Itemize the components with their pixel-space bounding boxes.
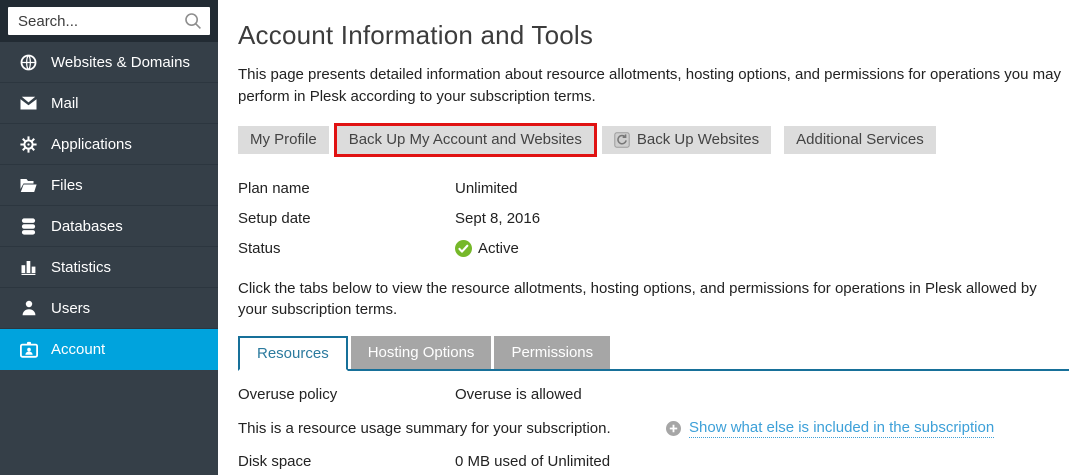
search-input[interactable] [8, 7, 210, 35]
sidebar-item-label: Mail [51, 95, 79, 112]
plesk-app: Websites & Domains Mail Applications Fil… [0, 0, 1089, 475]
sidebar-item-mail[interactable]: Mail [0, 83, 218, 124]
plus-circle-icon[interactable] [666, 421, 681, 436]
toolbar: My Profile Back Up My Account and Websit… [238, 123, 1069, 157]
disk-space-label: Disk space [238, 453, 455, 470]
overuse-policy-label: Overuse policy [238, 386, 455, 403]
sidebar-item-label: Databases [51, 218, 123, 235]
backup-account-button[interactable]: Back Up My Account and Websites [337, 126, 594, 154]
sidebar-item-account[interactable]: Account [0, 329, 218, 370]
sidebar-item-label: Websites & Domains [51, 54, 190, 71]
database-icon [19, 217, 38, 235]
disk-space-row: Disk space 0 MB used of Unlimited [238, 446, 1069, 475]
setup-date-row: Setup date Sept 8, 2016 [238, 204, 1069, 234]
sidebar-search [0, 0, 218, 42]
resources-panel: Overuse policy Overuse is allowed This i… [238, 379, 1069, 475]
sidebar-item-applications[interactable]: Applications [0, 124, 218, 165]
usage-summary-text: This is a resource usage summary for you… [238, 420, 666, 437]
status-value: Active [455, 240, 519, 257]
overuse-policy-row: Overuse policy Overuse is allowed [238, 379, 1069, 409]
sidebar-item-files[interactable]: Files [0, 165, 218, 206]
tab-bar: Resources Hosting Options Permissions [238, 336, 1069, 371]
backup-websites-label: Back Up Websites [637, 131, 759, 148]
tabs-hint-text: Click the tabs below to view the resourc… [238, 278, 1069, 322]
additional-services-button[interactable]: Additional Services [784, 126, 936, 154]
tab-permissions[interactable]: Permissions [494, 336, 610, 369]
sidebar-item-users[interactable]: Users [0, 288, 218, 329]
overuse-policy-value: Overuse is allowed [455, 386, 582, 403]
sidebar: Websites & Domains Mail Applications Fil… [0, 0, 218, 475]
intro-text: This page presents detailed information … [238, 64, 1069, 108]
backup-icon [614, 132, 630, 148]
main-content: Account Information and Tools This page … [218, 0, 1089, 475]
backup-websites-button[interactable]: Back Up Websites [602, 126, 771, 154]
usage-summary-row: This is a resource usage summary for you… [238, 413, 1069, 443]
gear-icon [19, 135, 38, 153]
annotation-highlight: Back Up My Account and Websites [334, 123, 597, 157]
mail-icon [19, 94, 38, 112]
sidebar-item-label: Files [51, 177, 83, 194]
plan-name-value: Unlimited [455, 180, 518, 197]
bar-chart-icon [19, 258, 38, 276]
globe-icon [19, 53, 38, 71]
id-card-icon [19, 340, 38, 358]
user-icon [19, 299, 38, 317]
show-more-group: Show what else is included in the subscr… [666, 419, 994, 438]
status-row: Status Active [238, 234, 1069, 264]
show-subscription-link[interactable]: Show what else is included in the subscr… [689, 419, 994, 438]
setup-date-value: Sept 8, 2016 [455, 210, 540, 227]
folder-icon [19, 176, 38, 194]
page-title: Account Information and Tools [238, 20, 1069, 51]
sidebar-item-label: Account [51, 341, 105, 358]
my-profile-button[interactable]: My Profile [238, 126, 329, 154]
check-circle-icon [455, 240, 472, 257]
status-label: Status [238, 240, 455, 257]
tab-resources[interactable]: Resources [238, 336, 348, 371]
sidebar-item-label: Applications [51, 136, 132, 153]
plan-info: Plan name Unlimited Setup date Sept 8, 2… [238, 174, 1069, 264]
plan-name-label: Plan name [238, 180, 455, 197]
status-text: Active [478, 240, 519, 257]
plan-name-row: Plan name Unlimited [238, 174, 1069, 204]
setup-date-label: Setup date [238, 210, 455, 227]
sidebar-item-label: Users [51, 300, 90, 317]
sidebar-item-databases[interactable]: Databases [0, 206, 218, 247]
search-icon[interactable] [184, 12, 202, 30]
tab-hosting-options[interactable]: Hosting Options [351, 336, 492, 369]
disk-space-value: 0 MB used of Unlimited [455, 453, 610, 470]
sidebar-item-websites-domains[interactable]: Websites & Domains [0, 42, 218, 83]
sidebar-item-statistics[interactable]: Statistics [0, 247, 218, 288]
sidebar-item-label: Statistics [51, 259, 111, 276]
